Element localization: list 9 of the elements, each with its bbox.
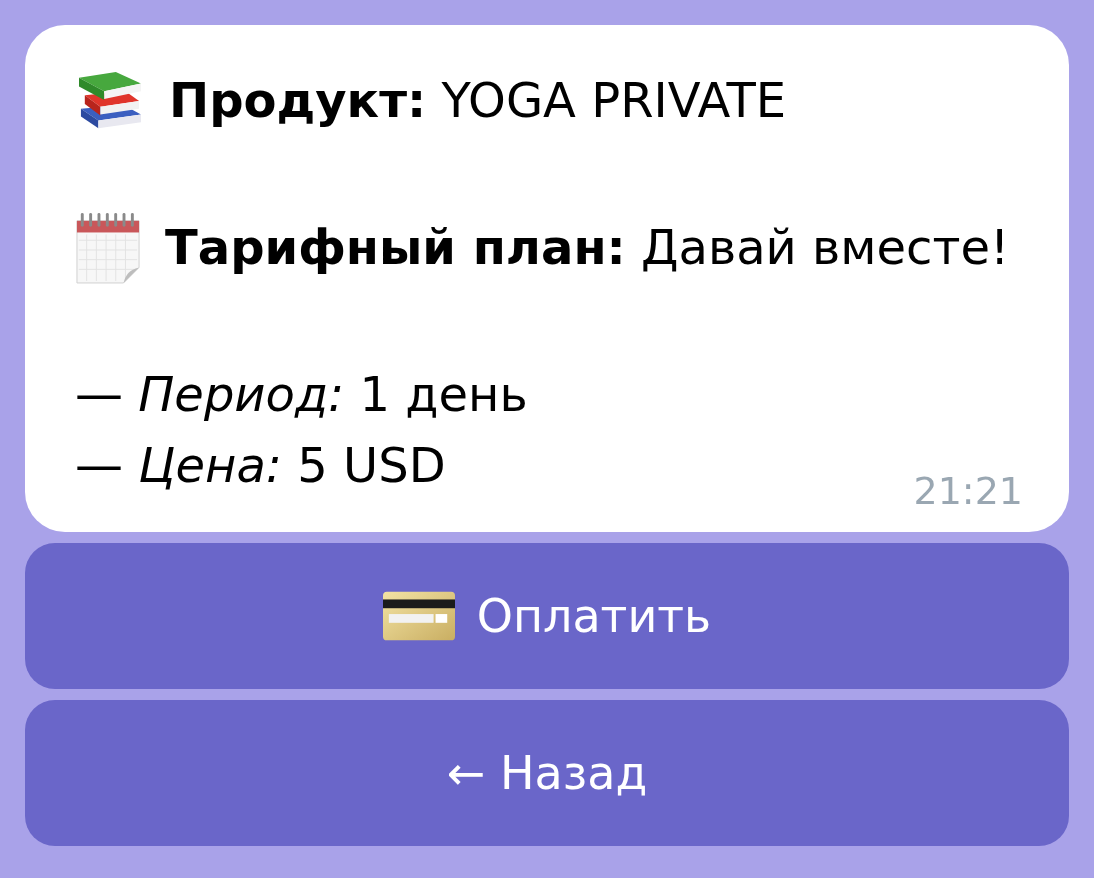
credit-card-icon <box>382 591 455 641</box>
message-text: — Цена: 5 USD <box>75 436 446 495</box>
message-text: Тарифный план: Давай вместе! <box>165 218 1010 277</box>
message-time: 21:21 <box>913 468 1023 515</box>
back-button[interactable]: ← Назад <box>25 700 1069 846</box>
message-text: — Период: 1 день <box>75 365 528 424</box>
calendar-icon <box>75 210 141 285</box>
pay-button[interactable]: Оплатить <box>25 543 1069 689</box>
message-text: Продукт: YOGA PRIVATE <box>169 71 787 130</box>
